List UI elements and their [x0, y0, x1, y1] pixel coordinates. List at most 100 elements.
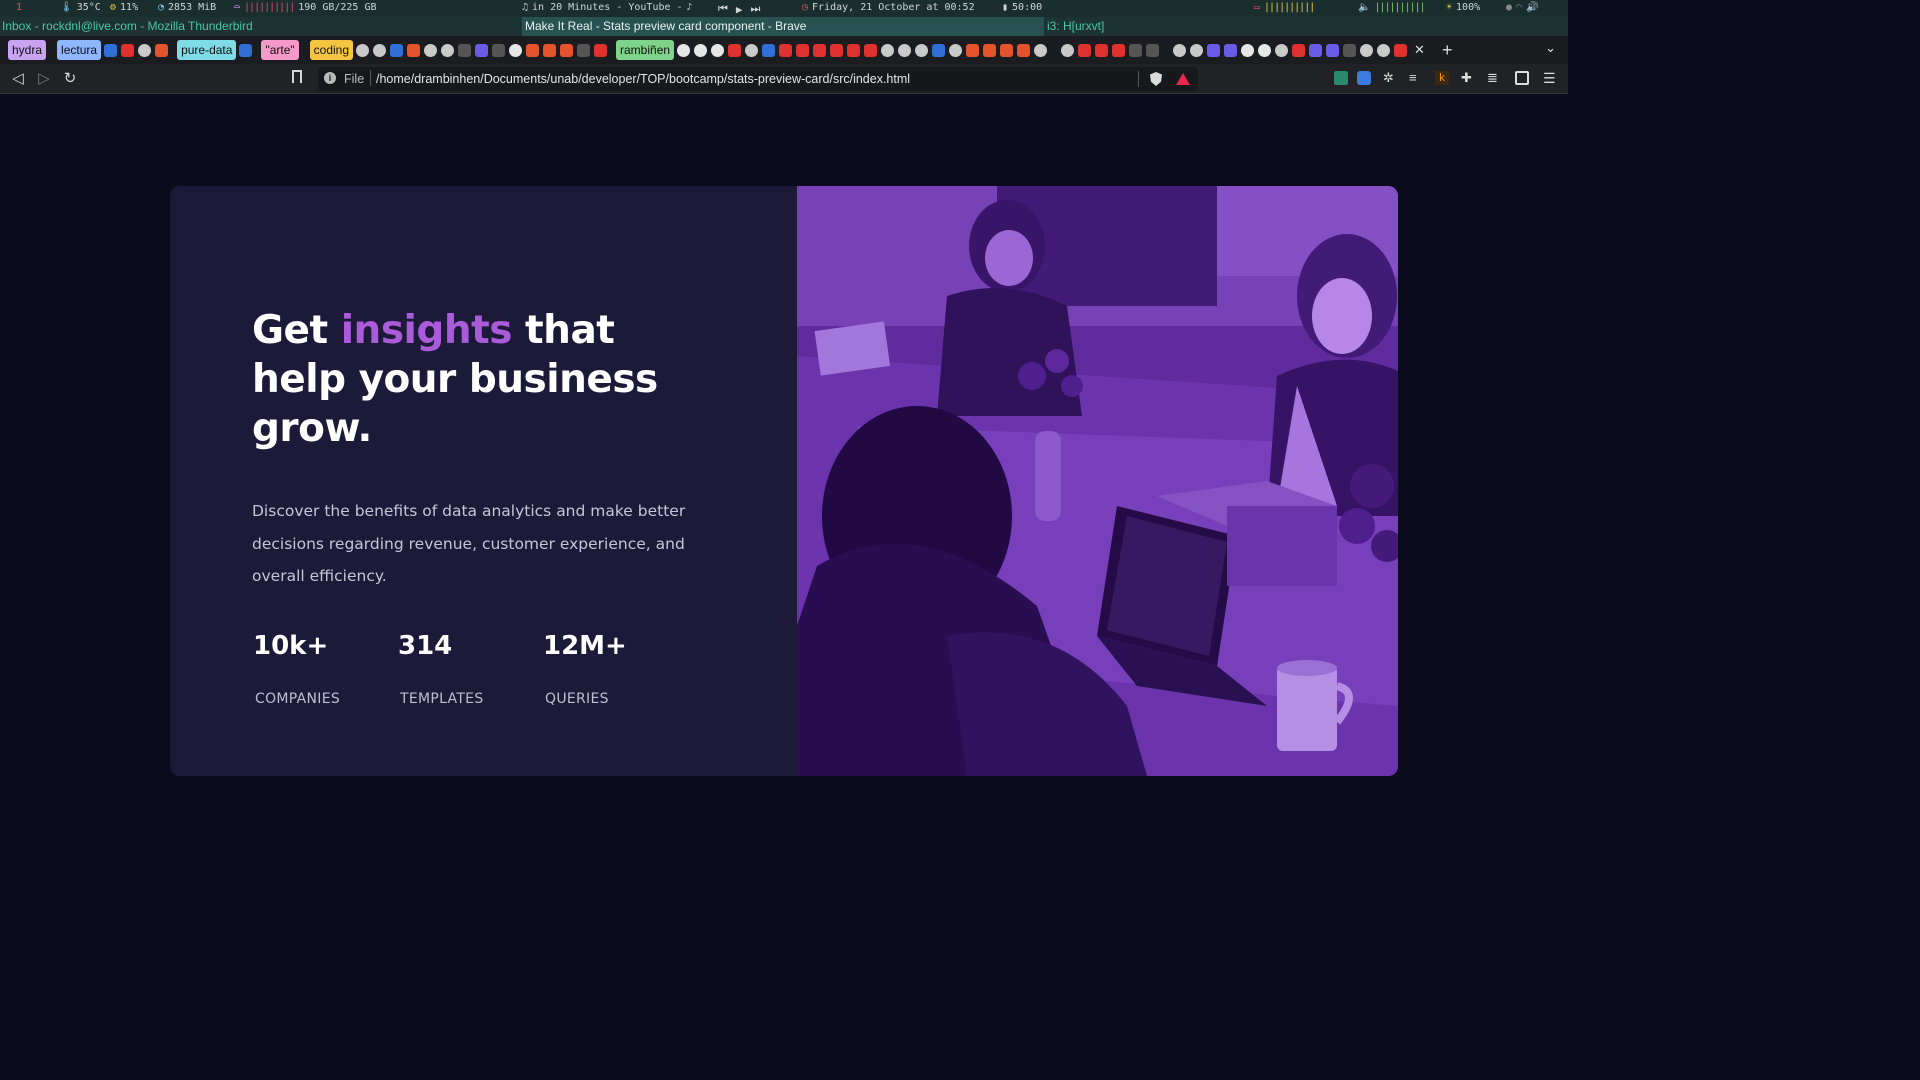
youtube-icon[interactable] [847, 43, 861, 57]
youtube-icon[interactable] [728, 43, 742, 57]
site-icon[interactable] [155, 43, 169, 57]
youtube-icon[interactable] [779, 43, 793, 57]
site-icon[interactable] [492, 43, 506, 57]
new-tab-icon[interactable]: + [1442, 40, 1453, 61]
site-icon[interactable] [1017, 43, 1031, 57]
site-icon[interactable] [966, 43, 980, 57]
extension-icon[interactable] [1334, 71, 1348, 85]
tab-list-chevron-icon[interactable]: ⌄ [1545, 40, 1556, 56]
bookmark-icon[interactable] [292, 70, 302, 83]
url-text[interactable]: /home/drambinhen/Documents/unab/develope… [376, 72, 910, 86]
youtube-icon[interactable] [830, 43, 844, 57]
youtube-icon[interactable] [813, 43, 827, 57]
github-icon[interactable] [1241, 43, 1255, 57]
tab-group-rambinen[interactable]: rambiñen [616, 40, 675, 60]
reader-icon[interactable]: ≡ [1409, 71, 1423, 85]
tray-icon[interactable]: ● [1506, 2, 1512, 13]
cpu-icon: ⚙ [110, 2, 117, 13]
extensions-puzzle-icon[interactable]: ✚ [1461, 71, 1475, 85]
site-icon[interactable] [373, 43, 387, 57]
youtube-icon[interactable] [1112, 43, 1126, 57]
site-icon[interactable] [1146, 43, 1160, 57]
site-icon[interactable] [1343, 43, 1357, 57]
site-icon[interactable] [1034, 43, 1048, 57]
back-icon[interactable]: ◁ [9, 69, 27, 87]
site-icon[interactable] [138, 43, 152, 57]
youtube-icon[interactable] [1095, 43, 1109, 57]
previous-track-icon[interactable]: ⏮ [718, 2, 728, 16]
youtube-icon[interactable] [594, 43, 608, 57]
site-icon[interactable] [1207, 43, 1221, 57]
brave-rewards-icon[interactable] [1176, 73, 1190, 85]
youtube-icon[interactable] [796, 43, 810, 57]
site-icon[interactable] [762, 43, 776, 57]
site-icon[interactable] [458, 43, 472, 57]
site-icon[interactable] [949, 43, 963, 57]
github-icon[interactable] [694, 43, 708, 57]
workspace-indicator[interactable]: 1 [16, 2, 22, 13]
site-icon[interactable] [1173, 43, 1187, 57]
tab-group-lectura[interactable]: lectura [57, 40, 102, 60]
window-title-urxvt[interactable]: i3: H[urxvt] [1047, 19, 1104, 33]
site-icon[interactable] [1129, 43, 1143, 57]
site-icon[interactable] [745, 43, 759, 57]
site-icon[interactable] [1061, 43, 1075, 57]
site-icon[interactable] [1309, 43, 1323, 57]
site-icon[interactable] [239, 43, 253, 57]
extension-icon[interactable]: k [1435, 71, 1449, 85]
site-icon[interactable] [1377, 43, 1391, 57]
site-icon[interactable] [577, 43, 591, 57]
github-icon[interactable] [509, 43, 523, 57]
wifi-icon[interactable]: ◠ [1516, 2, 1522, 13]
youtube-icon[interactable] [1078, 43, 1092, 57]
search-icon[interactable] [932, 43, 946, 57]
tab-group-hydra[interactable]: hydra [8, 40, 47, 60]
site-icon[interactable] [1326, 43, 1340, 57]
close-tab-icon[interactable]: ✕ [1414, 42, 1425, 58]
site-icon[interactable] [1224, 43, 1238, 57]
site-icon[interactable] [1190, 43, 1204, 57]
site-icon[interactable] [915, 43, 929, 57]
site-icon[interactable] [898, 43, 912, 57]
site-icon[interactable] [1360, 43, 1374, 57]
play-icon[interactable]: ▶ [736, 3, 743, 16]
site-icon[interactable] [356, 43, 370, 57]
site-icon[interactable] [475, 43, 489, 57]
site-icon[interactable] [407, 43, 421, 57]
address-bar[interactable]: i File /home/drambinhen/Documents/unab/d… [318, 67, 1198, 91]
site-icon[interactable] [424, 43, 438, 57]
site-icon[interactable] [983, 43, 997, 57]
youtube-icon[interactable] [864, 43, 878, 57]
dropbox-icon[interactable] [390, 43, 404, 57]
wallet-icon[interactable] [1515, 71, 1529, 85]
site-icon[interactable] [560, 43, 574, 57]
tab-group-arte[interactable]: "arte" [261, 40, 299, 60]
reload-icon[interactable]: ↻ [61, 69, 79, 87]
site-icon[interactable] [1275, 43, 1289, 57]
site-icon[interactable] [441, 43, 455, 57]
gitlab-icon[interactable] [526, 43, 540, 57]
mastodon-icon[interactable] [104, 43, 118, 57]
youtube-icon[interactable] [1292, 43, 1306, 57]
youtube-icon[interactable] [121, 43, 135, 57]
youtube-icon[interactable] [1394, 43, 1408, 57]
extension-icon[interactable]: ✲ [1383, 71, 1397, 85]
tab-group-pure-data[interactable]: pure-data [177, 40, 237, 60]
site-info-icon[interactable]: i [324, 72, 336, 84]
github-icon[interactable] [1258, 43, 1272, 57]
js-icon[interactable] [543, 43, 557, 57]
menu-icon[interactable]: ☰ [1543, 71, 1557, 85]
window-title-brave[interactable]: Make It Real - Stats preview card compon… [522, 17, 1044, 36]
playlist-icon[interactable]: ≣ [1487, 71, 1501, 85]
github-icon[interactable] [677, 43, 691, 57]
brave-shields-icon[interactable] [1150, 72, 1162, 86]
site-icon[interactable] [881, 43, 895, 57]
extension-icon[interactable] [1357, 71, 1371, 85]
speaker-icon[interactable]: 🔊 [1526, 2, 1538, 13]
next-track-icon[interactable]: ⏭ [751, 2, 761, 16]
forward-icon[interactable]: ▷ [35, 69, 53, 87]
tab-group-coding[interactable]: coding [309, 40, 354, 60]
window-title-thunderbird[interactable]: Inbox - rockdnl@live.com - Mozilla Thund… [2, 19, 253, 33]
site-icon[interactable] [1000, 43, 1014, 57]
github-icon[interactable] [711, 43, 725, 57]
